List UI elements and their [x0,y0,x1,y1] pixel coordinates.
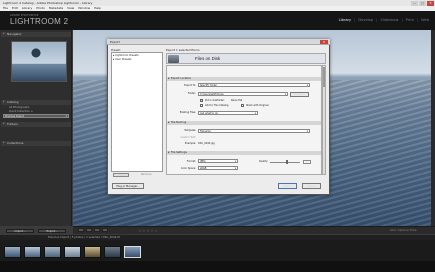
plugin-manager-button[interactable]: Plug-in Manager... [112,183,144,189]
folder-select[interactable]: C:\Users\jw\Pictures [198,92,288,96]
format-select[interactable]: JPEG [198,159,238,163]
hard-disk-icon [168,55,179,63]
folder-row[interactable] [3,128,69,132]
quality-slider-knob[interactable] [286,160,288,164]
subfolder-input[interactable]: Rains Fall [231,99,242,102]
section-file-naming[interactable]: File Naming [167,121,321,125]
add-to-catalog-label: Add to This Catalog [205,104,229,107]
taskbar [0,261,435,272]
folder-row[interactable] [3,132,69,136]
settings-scrollbar-thumb[interactable] [323,67,325,87]
subfolder-label: Put in Subfolder: [205,99,225,102]
section-export-location[interactable]: Export Location [167,77,321,81]
template-select[interactable]: Filename [198,129,310,133]
loupe-view-button[interactable] [86,228,92,232]
existing-files-select[interactable]: Ask what to do [198,111,258,115]
export-destination-selector[interactable] [166,53,326,64]
module-slideshow[interactable]: Slideshow [380,18,398,22]
sort-label[interactable]: Sort: Capture Time [390,228,416,232]
add-to-catalog-checkbox[interactable] [200,104,203,107]
example-filename: DSC_0044.jpg [198,142,215,145]
navigator-preview-tree [30,48,42,62]
library-toolbar [73,226,435,234]
close-window-button[interactable]: ✕ [427,0,434,6]
maximize-button[interactable]: □ [419,0,426,6]
stack-with-original-checkbox[interactable] [241,104,244,107]
module-picker: Library | Develop | Slideshow | Print | … [339,18,429,22]
cancel-button[interactable]: Cancel [302,183,321,189]
remove-preset-button[interactable]: Remove [141,173,152,176]
export-button[interactable]: Export... [38,229,66,233]
module-print[interactable]: Print [406,18,414,22]
existing-files-label: Existing Files: [179,111,196,114]
filmstrip-thumbnail[interactable] [24,246,41,258]
collection-row[interactable] [3,151,69,155]
module-library[interactable]: Library [339,18,352,22]
module-separator: | [401,18,403,22]
dialog-title: Export [107,39,330,45]
module-develop[interactable]: Develop [358,18,373,22]
catalog-header[interactable]: Catalog [1,100,71,105]
filmstrip-thumbnail[interactable] [64,246,81,258]
grid-view-button[interactable] [78,228,84,232]
format-label: Format: [186,160,196,163]
add-preset-button[interactable]: Add [113,173,129,177]
export-to-select[interactable]: Specific folder [198,83,310,87]
rating-stars[interactable]: ☆☆☆☆☆ [138,228,158,233]
custom-text-label: Custom Text: [180,136,196,139]
export-destination[interactable]: Files on Disk [195,56,220,61]
export-to-field-label: Export To: [184,84,196,87]
stack-with-original-label: Stack with Original [246,104,269,107]
module-separator: | [376,18,378,22]
filmstrip-thumbnail[interactable] [84,246,101,258]
template-label: Template: [184,129,196,132]
filmstrip-thumbnail[interactable] [104,246,121,258]
subfolder-checkbox[interactable] [200,99,203,102]
dialog-close-button[interactable]: ✕ [320,40,328,44]
choose-folder-button[interactable]: Choose... [290,92,309,97]
collections-header[interactable]: Collections [1,141,71,146]
preset-lightroom[interactable]: ▸ Lightroom Presets [113,54,139,57]
catalog-previous-import[interactable]: Previous Import [3,114,69,118]
module-web[interactable]: Web [421,18,429,22]
preset-list [111,52,163,172]
preset-user[interactable]: ▸ User Presets [113,58,131,61]
color-space-select[interactable]: sRGB [198,166,238,170]
folder-label: Folder: [187,92,196,95]
survey-view-button[interactable] [102,228,108,232]
brand-title: LIGHTROOM 2 [10,17,69,26]
filmstrip-thumbnail[interactable] [4,246,21,258]
module-separator: | [354,18,356,22]
compare-view-button[interactable] [94,228,100,232]
filmstrip-thumbnail[interactable] [44,246,61,258]
minimize-button[interactable]: — [411,0,418,6]
catalog-row-label: All Photographs [9,106,30,109]
module-separator: | [416,18,419,22]
import-export-buttons: Import... Export... [6,229,66,233]
quality-slider[interactable] [270,162,300,163]
example-label: Example: [184,142,196,145]
filmstrip-thumbnail-selected[interactable] [124,246,141,258]
catalog-row-label: Previous Import [5,115,24,118]
export-settings-panel [166,65,322,175]
collection-row[interactable] [3,147,69,151]
catalog-quick-collection[interactable]: Quick Collection + [3,110,69,114]
export-confirm-button[interactable]: Export [278,183,297,189]
color-space-label: Color Space: [180,167,196,170]
folders-header[interactable]: Folders [1,122,71,127]
import-button[interactable]: Import... [6,229,34,233]
section-file-settings[interactable]: File Settings [167,151,321,155]
catalog-row-label: Quick Collection + [9,110,33,113]
right-panel-collapsed[interactable] [431,30,435,226]
quality-input[interactable]: 80 [303,160,311,164]
quality-label: Quality: [258,160,268,163]
navigator-header[interactable]: Navigator [1,32,71,37]
catalog-all-photographs[interactable]: All Photographs [3,106,69,110]
export-to-label: Export 1 selected file to: [166,48,201,52]
